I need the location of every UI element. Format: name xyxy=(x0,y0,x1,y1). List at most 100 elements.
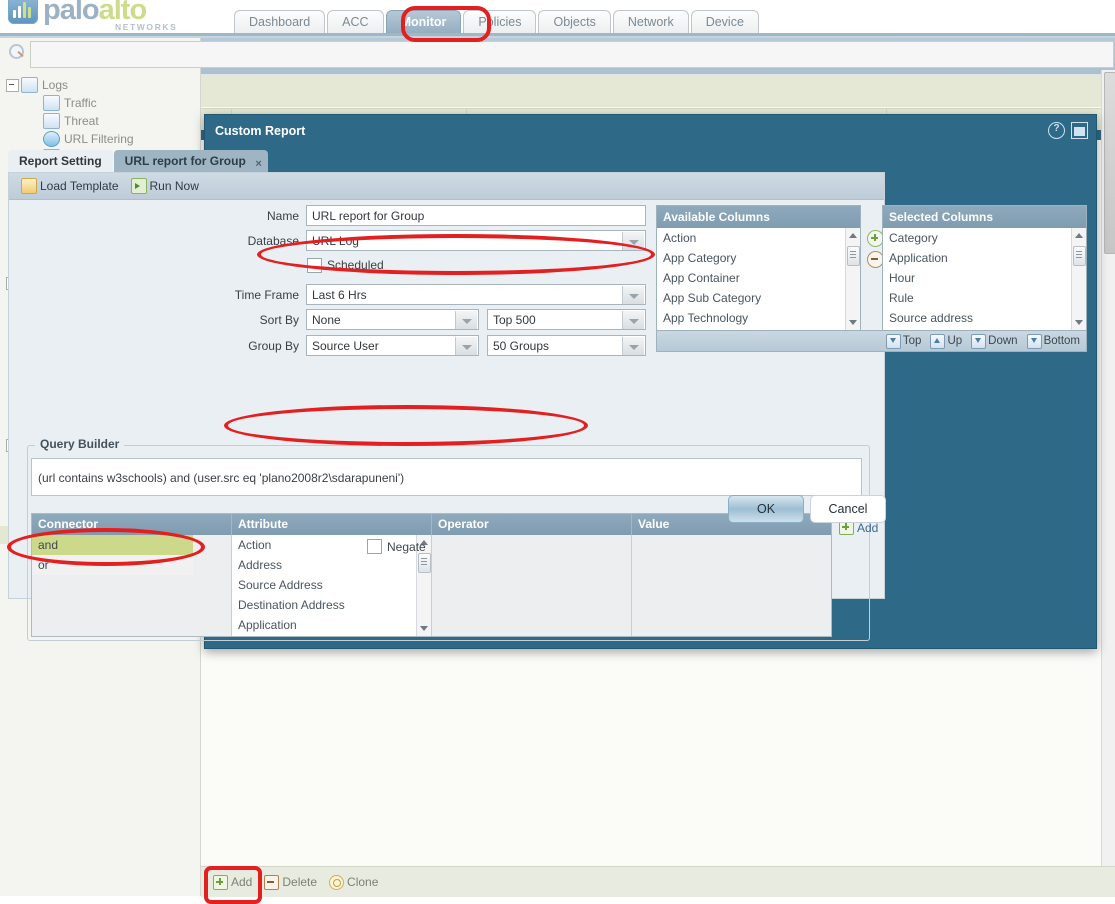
selected-column-item[interactable]: Category xyxy=(883,228,1086,248)
brand-name-primary: palo xyxy=(43,0,100,26)
scrollbar-thumb[interactable] xyxy=(1104,72,1115,254)
dialog-tab-report-setting[interactable]: Report Setting xyxy=(8,150,113,172)
dialog-tab-bar: Report Setting URL report for Group × xyxy=(8,148,269,172)
tab-dashboard[interactable]: Dashboard xyxy=(234,10,326,34)
available-column-item[interactable]: App Category xyxy=(657,248,860,268)
selected-column-item[interactable]: Hour xyxy=(883,268,1086,288)
search-row xyxy=(201,75,1115,107)
chevron-down-icon[interactable] xyxy=(455,311,477,329)
available-column-item[interactable]: Action xyxy=(657,228,860,248)
dialog-tab-label: Report Setting xyxy=(19,154,102,168)
negate-checkbox[interactable] xyxy=(367,539,382,554)
bottom-button-label: Clone xyxy=(347,875,379,889)
database-select[interactable]: URL Log xyxy=(306,230,646,251)
dialog-tab-url-report-for-group[interactable]: URL report for Group × xyxy=(113,150,268,172)
sort-by-select[interactable]: None xyxy=(306,309,479,330)
delete-icon xyxy=(264,874,280,890)
tab-acc[interactable]: ACC xyxy=(327,10,384,34)
time-frame-label: Time Frame xyxy=(234,288,299,302)
attribute-item[interactable]: Destination Address xyxy=(232,595,431,615)
attribute-item[interactable]: Application xyxy=(232,615,431,635)
chevron-down-icon[interactable] xyxy=(622,286,644,304)
available-column-item[interactable]: App Container xyxy=(657,268,860,288)
sidebar-item-url-filtering[interactable]: URL Filtering xyxy=(0,130,200,148)
move-down-button[interactable]: Down xyxy=(971,333,1018,349)
tab-objects[interactable]: Objects xyxy=(538,10,611,34)
restore-window-icon[interactable] xyxy=(1071,122,1088,139)
available-column-item[interactable]: App Technology xyxy=(657,308,860,328)
toolbar-item-label: Run Now xyxy=(149,179,199,193)
connector-item[interactable]: and xyxy=(32,535,193,555)
sidebar-item-label: Traffic xyxy=(64,96,97,110)
scrollbar-thumb[interactable] xyxy=(1073,246,1086,266)
selected-column-item[interactable]: Source address xyxy=(883,308,1086,328)
available-columns-scrollbar[interactable] xyxy=(845,228,860,330)
content-vertical-scrollbar[interactable] xyxy=(1101,70,1115,896)
help-icon[interactable]: ? xyxy=(1048,122,1065,139)
load-template-button[interactable]: Load Template xyxy=(21,178,119,194)
selected-column-item[interactable]: Rule xyxy=(883,288,1086,308)
connector-list[interactable]: and or xyxy=(32,535,232,636)
group-by-count-select[interactable]: 50 Groups xyxy=(487,335,646,356)
move-bottom-icon xyxy=(1026,333,1042,349)
scrollbar-thumb[interactable] xyxy=(847,246,860,266)
sidebar-item-label: Logs xyxy=(42,78,69,92)
sidebar-item-logs[interactable]: Logs xyxy=(0,76,200,94)
move-top-button[interactable]: Top xyxy=(885,333,921,349)
name-input[interactable]: URL report for Group xyxy=(306,205,646,226)
scroll-up-icon[interactable] xyxy=(849,233,857,238)
move-top-icon xyxy=(885,333,901,349)
toolbar-item-label: Load Template xyxy=(40,179,119,193)
clone-button[interactable]: Clone xyxy=(329,874,379,890)
attribute-item[interactable]: Source Address xyxy=(232,575,431,595)
tab-device[interactable]: Device xyxy=(690,10,759,34)
threat-log-icon xyxy=(43,113,60,129)
chevron-down-icon[interactable] xyxy=(622,311,644,329)
selected-columns-list[interactable]: Category Application Hour Rule Source addres… xyxy=(883,228,1086,330)
query-builder-table: Connector Attribute Operator Value and or… xyxy=(31,513,832,637)
selected-columns-scrollbar[interactable] xyxy=(1071,228,1086,330)
connector-item[interactable]: or xyxy=(32,555,193,575)
database-label: Database xyxy=(247,234,299,248)
name-label: Name xyxy=(266,209,299,223)
chevron-down-icon[interactable] xyxy=(622,232,644,250)
tab-policies[interactable]: Policies xyxy=(463,10,537,34)
query-expression-input[interactable]: (url contains w3schools) and (user.src e… xyxy=(31,458,862,496)
scheduled-checkbox[interactable] xyxy=(307,258,322,273)
attribute-item[interactable]: Address xyxy=(232,555,431,575)
cancel-button[interactable]: Cancel xyxy=(810,495,886,523)
group-by-select[interactable]: Source User xyxy=(306,335,479,356)
move-bottom-button[interactable]: Bottom xyxy=(1026,333,1080,349)
group-by-label: Group By xyxy=(248,339,299,353)
sort-by-count-select[interactable]: Top 500 xyxy=(487,309,646,330)
query-col-operator-header: Operator xyxy=(432,514,632,535)
selected-column-item[interactable]: Application xyxy=(883,248,1086,268)
run-now-button[interactable]: Run Now xyxy=(130,178,199,194)
ok-button[interactable]: OK xyxy=(728,495,804,523)
dialog-window-controls: ? xyxy=(1048,122,1088,139)
run-now-icon xyxy=(130,178,147,194)
time-frame-select[interactable]: Last 6 Hrs xyxy=(306,284,646,305)
operator-list[interactable] xyxy=(432,535,632,636)
sidebar-item-threat[interactable]: Threat xyxy=(0,112,200,130)
scroll-down-icon[interactable] xyxy=(1075,320,1083,325)
tree-collapse-toggle[interactable] xyxy=(6,78,19,92)
scroll-down-icon[interactable] xyxy=(849,320,857,325)
available-column-item[interactable]: App Sub Category xyxy=(657,288,860,308)
available-columns-list[interactable]: Action App Category App Container App Sub C… xyxy=(657,228,860,330)
delete-button[interactable]: Delete xyxy=(264,874,317,890)
move-up-button[interactable]: Up xyxy=(930,333,962,349)
value-list[interactable] xyxy=(632,535,831,636)
chevron-down-icon[interactable] xyxy=(455,337,477,355)
logs-folder-icon xyxy=(21,77,38,93)
scrollbar-thumb[interactable] xyxy=(418,553,431,573)
scroll-down-icon[interactable] xyxy=(420,626,428,631)
tab-network[interactable]: Network xyxy=(612,10,689,34)
sidebar-item-traffic[interactable]: Traffic xyxy=(0,94,200,112)
tab-monitor[interactable]: Monitor xyxy=(385,10,462,34)
scroll-up-icon[interactable] xyxy=(1075,233,1083,238)
search-input[interactable] xyxy=(30,41,1114,68)
add-button[interactable]: Add xyxy=(213,874,252,890)
chevron-down-icon[interactable] xyxy=(622,337,644,355)
move-up-icon xyxy=(930,333,946,349)
